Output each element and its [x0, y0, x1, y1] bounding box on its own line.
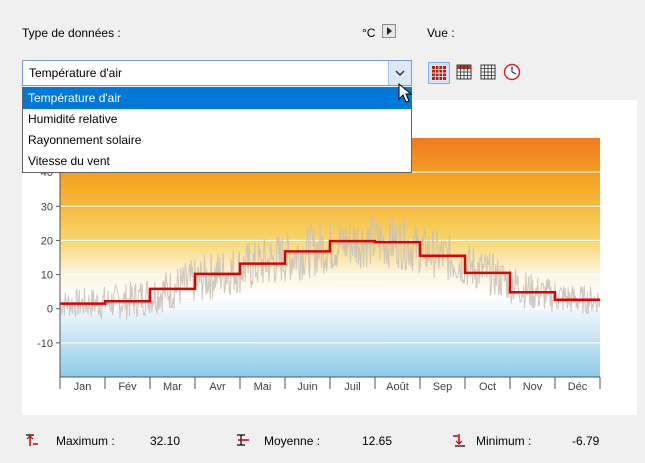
mean-label: Moyenne : — [264, 434, 321, 448]
minimum-label: Minimum : — [476, 434, 532, 448]
unit-label: °C — [362, 26, 376, 40]
view-heatmap-button[interactable] — [428, 62, 450, 84]
view-table-color-button[interactable] — [454, 62, 476, 84]
y-tick-label: 10 — [41, 270, 53, 282]
mean-value: 12.65 — [362, 434, 393, 448]
table-grid-icon — [480, 64, 496, 80]
x-tick-label: Mar — [163, 381, 182, 393]
option-relative-humidity[interactable]: Humidité relative — [23, 109, 411, 130]
x-tick-label: Jan — [74, 381, 92, 393]
x-tick-label: Nov — [523, 381, 543, 393]
y-tick-label: 30 — [41, 201, 53, 213]
plot-background — [60, 138, 600, 377]
x-tick-label: Juil — [344, 381, 361, 393]
view-label: Vue : — [427, 26, 455, 40]
data-type-options-list[interactable]: Température d'air Humidité relative Rayo… — [22, 87, 412, 173]
chevron-down-icon — [395, 70, 405, 77]
y-tick-label: -10 — [37, 338, 53, 350]
maximum-label: Maximum : — [56, 434, 115, 448]
minimum-icon — [453, 434, 465, 447]
table-grid-icon — [456, 64, 472, 80]
minimum-value: -6.79 — [572, 434, 600, 448]
heatmap-red-icon — [432, 66, 446, 80]
data-type-label: Type de données : — [22, 26, 121, 40]
x-tick-label: Août — [386, 381, 409, 393]
maximum-icon — [26, 434, 38, 446]
view-clock-button[interactable] — [502, 62, 524, 84]
x-tick-label: Mai — [254, 381, 272, 393]
unit-toggle-button[interactable] — [382, 24, 396, 38]
x-tick-label: Sep — [433, 381, 453, 393]
y-tick-label: 20 — [41, 235, 53, 247]
dropdown-selected-value: Température d'air — [29, 66, 122, 80]
option-wind-speed[interactable]: Vitesse du vent — [23, 151, 411, 172]
option-solar-radiation[interactable]: Rayonnement solaire — [23, 130, 411, 151]
maximum-value: 32.10 — [150, 434, 181, 448]
x-tick-label: Fév — [118, 381, 137, 393]
x-tick-label: Déc — [568, 381, 588, 393]
x-tick-label: Oct — [479, 381, 496, 393]
x-tick-label: Avr — [209, 381, 226, 393]
mouse-cursor-icon — [398, 83, 413, 103]
y-tick-label: 0 — [47, 304, 53, 316]
clock-icon — [503, 63, 521, 81]
mean-icon — [237, 434, 249, 446]
option-air-temperature[interactable]: Température d'air — [23, 88, 411, 109]
view-table-button[interactable] — [478, 62, 500, 84]
dropdown-button[interactable] — [388, 61, 411, 85]
x-tick-label: Juin — [297, 381, 317, 393]
play-right-icon — [387, 27, 392, 35]
data-type-dropdown[interactable]: Température d'air — [22, 60, 412, 86]
